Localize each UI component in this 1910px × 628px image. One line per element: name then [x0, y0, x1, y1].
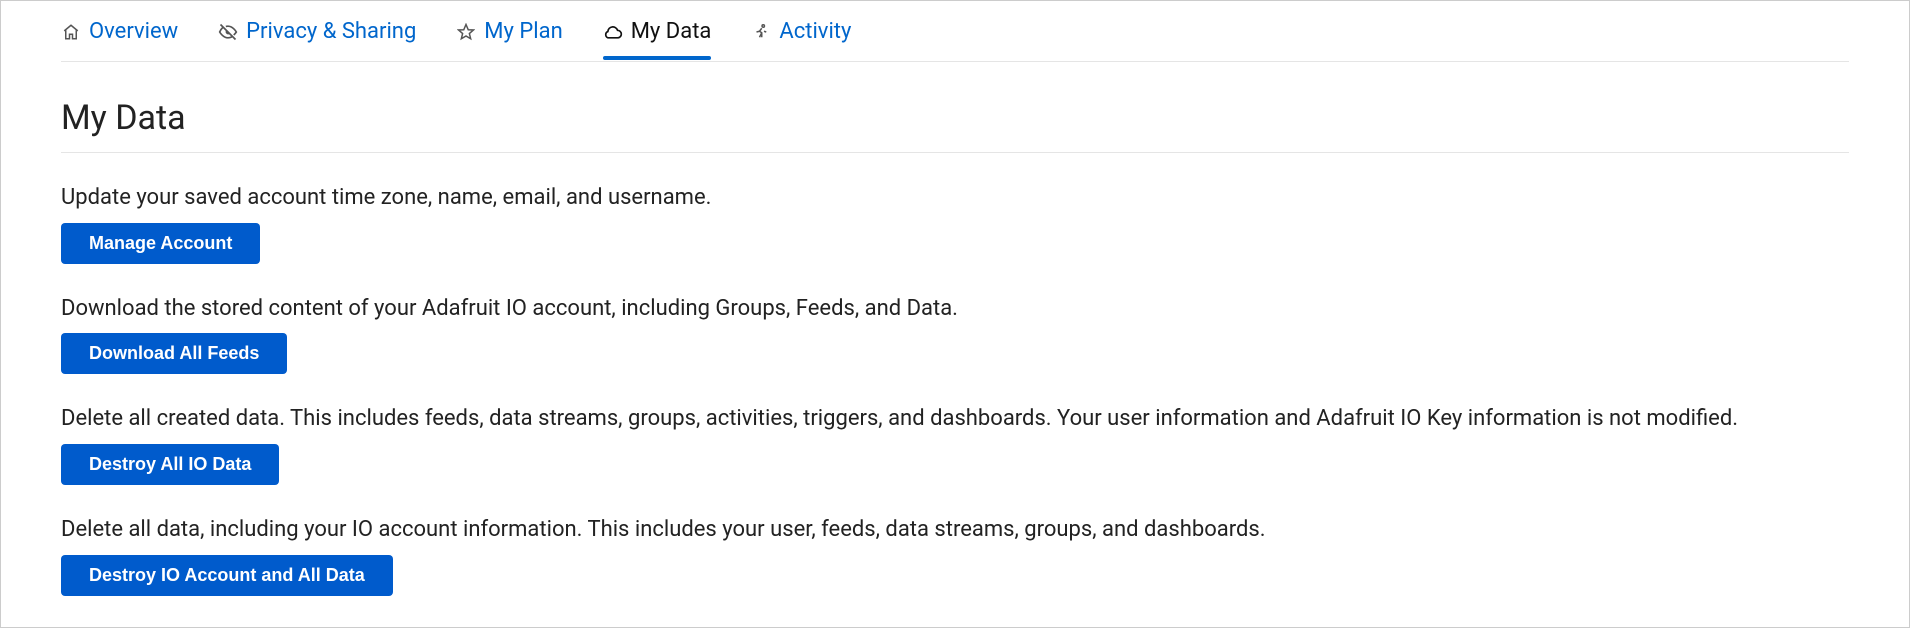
tab-my-plan[interactable]: My Plan: [456, 19, 562, 61]
cloud-icon: [603, 22, 623, 42]
home-icon: [61, 22, 81, 42]
destroy-io-account-button[interactable]: Destroy IO Account and All Data: [61, 555, 393, 596]
section-desc: Update your saved account time zone, nam…: [61, 183, 1849, 213]
manage-account-button[interactable]: Manage Account: [61, 223, 260, 264]
section-desc: Delete all created data. This includes f…: [61, 404, 1849, 434]
page-title: My Data: [61, 98, 1849, 153]
tab-label: My Data: [631, 19, 712, 44]
running-icon: [751, 22, 771, 42]
star-icon: [456, 22, 476, 42]
tab-overview[interactable]: Overview: [61, 19, 178, 61]
section-desc: Delete all data, including your IO accou…: [61, 515, 1849, 545]
tab-label: Overview: [89, 19, 178, 44]
tab-privacy-sharing[interactable]: Privacy & Sharing: [218, 19, 416, 61]
tab-activity[interactable]: Activity: [751, 19, 851, 61]
tab-label: My Plan: [484, 19, 562, 44]
eye-off-icon: [218, 22, 238, 42]
section-destroy-io-data: Delete all created data. This includes f…: [61, 404, 1849, 485]
download-all-feeds-button[interactable]: Download All Feeds: [61, 333, 287, 374]
tab-label: Activity: [779, 19, 851, 44]
section-destroy-account: Delete all data, including your IO accou…: [61, 515, 1849, 596]
section-download-feeds: Download the stored content of your Adaf…: [61, 294, 1849, 375]
section-desc: Download the stored content of your Adaf…: [61, 294, 1849, 324]
tab-label: Privacy & Sharing: [246, 19, 416, 44]
tab-my-data[interactable]: My Data: [603, 19, 712, 61]
tabs-nav: Overview Privacy & Sharing My Plan My Da…: [61, 1, 1849, 62]
section-manage-account: Update your saved account time zone, nam…: [61, 183, 1849, 264]
destroy-all-io-data-button[interactable]: Destroy All IO Data: [61, 444, 279, 485]
